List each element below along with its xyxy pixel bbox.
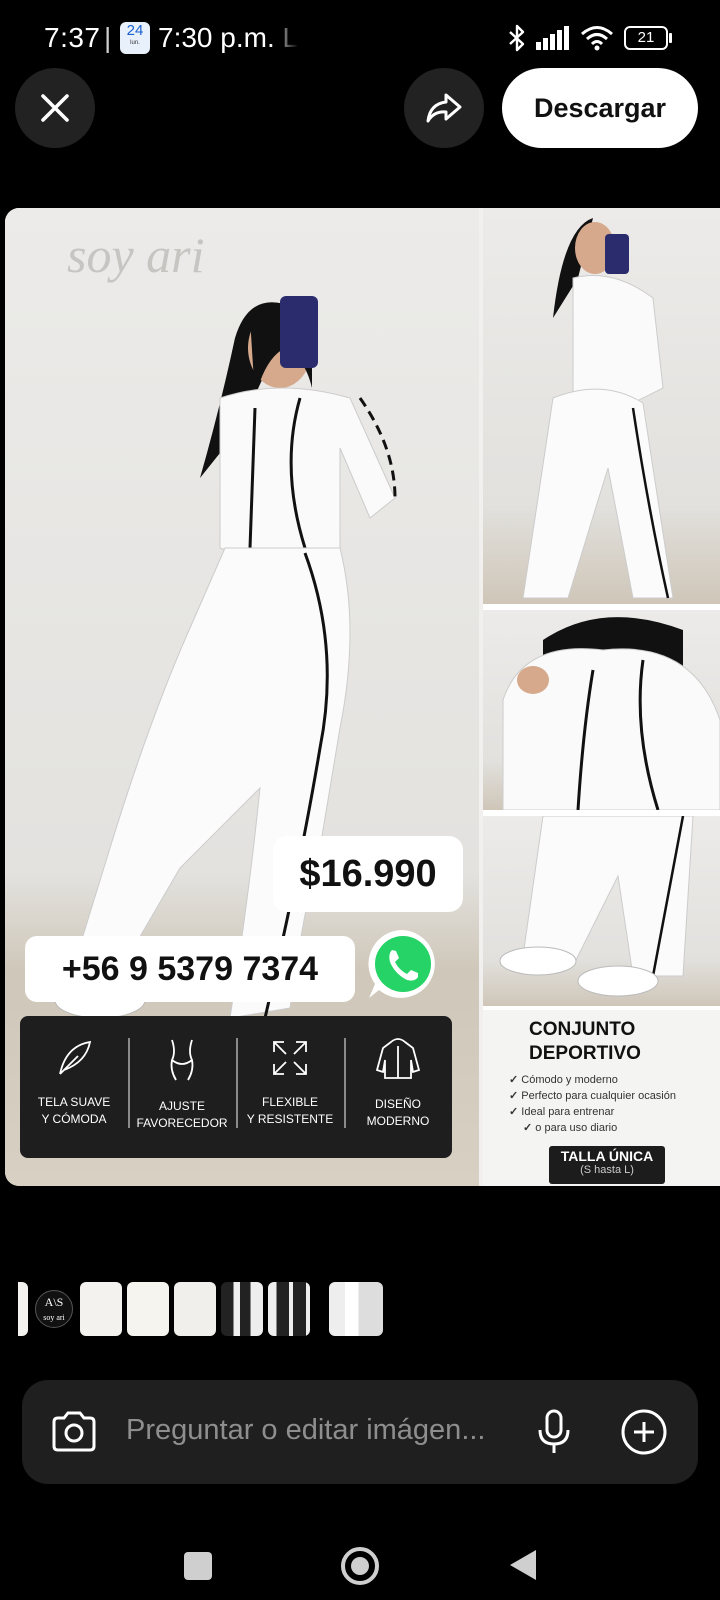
side-photo-pants (483, 816, 720, 1006)
feature-line2: Y CÓMODA (41, 1112, 107, 1126)
ask-input[interactable]: Preguntar o editar imágen... (126, 1414, 506, 1447)
model-figure-pants (499, 816, 694, 997)
side-photo-back (483, 208, 720, 604)
feature-line1: DISEÑO (374, 1097, 421, 1111)
status-icons: 21 (508, 24, 672, 52)
info-item: Perfecto para cualquier ocasión (509, 1088, 676, 1104)
info-item: Cómodo y moderno (509, 1072, 676, 1088)
size-sub: (S hasta L) (580, 1164, 634, 1176)
feature-line1: TELA SUAVE (37, 1095, 111, 1109)
signal-icon (536, 26, 569, 50)
thumbnail[interactable] (221, 1282, 263, 1336)
feather-icon (59, 1040, 92, 1075)
wifi-icon (581, 26, 613, 51)
model-figure-jacket (502, 617, 720, 810)
thumbnail-logo[interactable]: A\S soy ari (33, 1282, 75, 1336)
thumbnail[interactable] (268, 1282, 310, 1336)
info-item-cont: o para uso diario (509, 1120, 676, 1136)
feature-line1: AJUSTE (158, 1099, 205, 1113)
thumbnail-strip: A\S soy ari (18, 1282, 383, 1336)
calendar-day: 24 (126, 22, 144, 39)
feature-line1: FLEXIBLE (261, 1095, 319, 1109)
whatsapp-icon (368, 929, 435, 998)
notification-text: 7:30 p.m. Le (158, 22, 298, 53)
feature-item: AJUSTE FAVORECEDOR (128, 1016, 236, 1158)
size-badge: TALLA ÚNICA (S hasta L) (549, 1146, 665, 1184)
info-item: Ideal para entrenar (509, 1104, 676, 1120)
logo-text-2: soy ari (43, 1313, 65, 1322)
recents-button[interactable] (184, 1552, 212, 1580)
download-button[interactable]: Descargar (502, 68, 698, 148)
feature-line2: Y RESISTENTE (246, 1112, 334, 1126)
thumbnail[interactable] (18, 1282, 28, 1336)
logo-text-1: A\S (44, 1295, 64, 1309)
logo: A\S soy ari (35, 1290, 73, 1328)
feature-item: DISEÑO MODERNO (344, 1016, 452, 1158)
share-icon (426, 93, 462, 123)
calendar-notification-icon: 24 lun. (120, 22, 150, 54)
product-image[interactable]: soy ari $16.990 +56 9 5379 7374 TELA SUA… (5, 208, 720, 1186)
info-list: Cómodo y moderno Perfecto para cualquier… (509, 1072, 676, 1136)
battery-level: 21 (637, 29, 655, 46)
feature-item: TELA SUAVE Y CÓMODA (20, 1016, 128, 1158)
thumbnail[interactable] (80, 1282, 122, 1336)
side-photos: CONJUNTO DEPORTIVO Cómodo y moderno Perfe… (483, 208, 720, 1186)
feature-line2: FAVORECEDOR (136, 1116, 228, 1130)
main-photo: soy ari $16.990 +56 9 5379 7374 TELA SUA… (5, 208, 479, 1186)
thumbnail[interactable] (174, 1282, 216, 1336)
phone-label: +56 9 5379 7374 (25, 936, 355, 1002)
status-time: 7:37 (44, 22, 101, 53)
back-button[interactable] (508, 1548, 538, 1582)
side-photo-jacket (483, 610, 720, 810)
mic-icon[interactable] (536, 1408, 572, 1456)
share-button[interactable] (404, 68, 484, 148)
feature-line2: MODERNO (366, 1114, 430, 1128)
close-button[interactable] (15, 68, 95, 148)
battery-icon: 21 (624, 26, 672, 50)
calendar-sub: lun. (130, 40, 140, 46)
price-label: $16.990 (273, 836, 463, 912)
model-figure-back (522, 218, 674, 599)
camera-icon[interactable] (50, 1410, 98, 1454)
info-title-2: DEPORTIVO (529, 1043, 641, 1064)
system-nav-bar (0, 1520, 720, 1600)
thumbnail-selected[interactable] (329, 1282, 383, 1336)
status-separator: | (104, 22, 112, 53)
home-button[interactable] (340, 1546, 380, 1586)
size-title: TALLA ÚNICA (560, 1148, 654, 1164)
product-info-card: CONJUNTO DEPORTIVO Cómodo y moderno Perfe… (483, 1010, 720, 1186)
feature-item: FLEXIBLE Y RESISTENTE (236, 1016, 344, 1158)
thumbnail[interactable] (127, 1282, 169, 1336)
features-bar: TELA SUAVE Y CÓMODA AJUSTE FAVORECEDOR FLE… (20, 1016, 452, 1158)
plus-circle-icon[interactable] (620, 1408, 668, 1456)
info-title-1: CONJUNTO (529, 1019, 636, 1040)
hoodie-icon (375, 1038, 421, 1079)
close-icon (41, 94, 69, 122)
body-icon (170, 1039, 194, 1081)
expand-icon (273, 1041, 307, 1075)
bluetooth-icon (509, 24, 525, 52)
ask-bar: Preguntar o editar imágen... (22, 1380, 698, 1484)
